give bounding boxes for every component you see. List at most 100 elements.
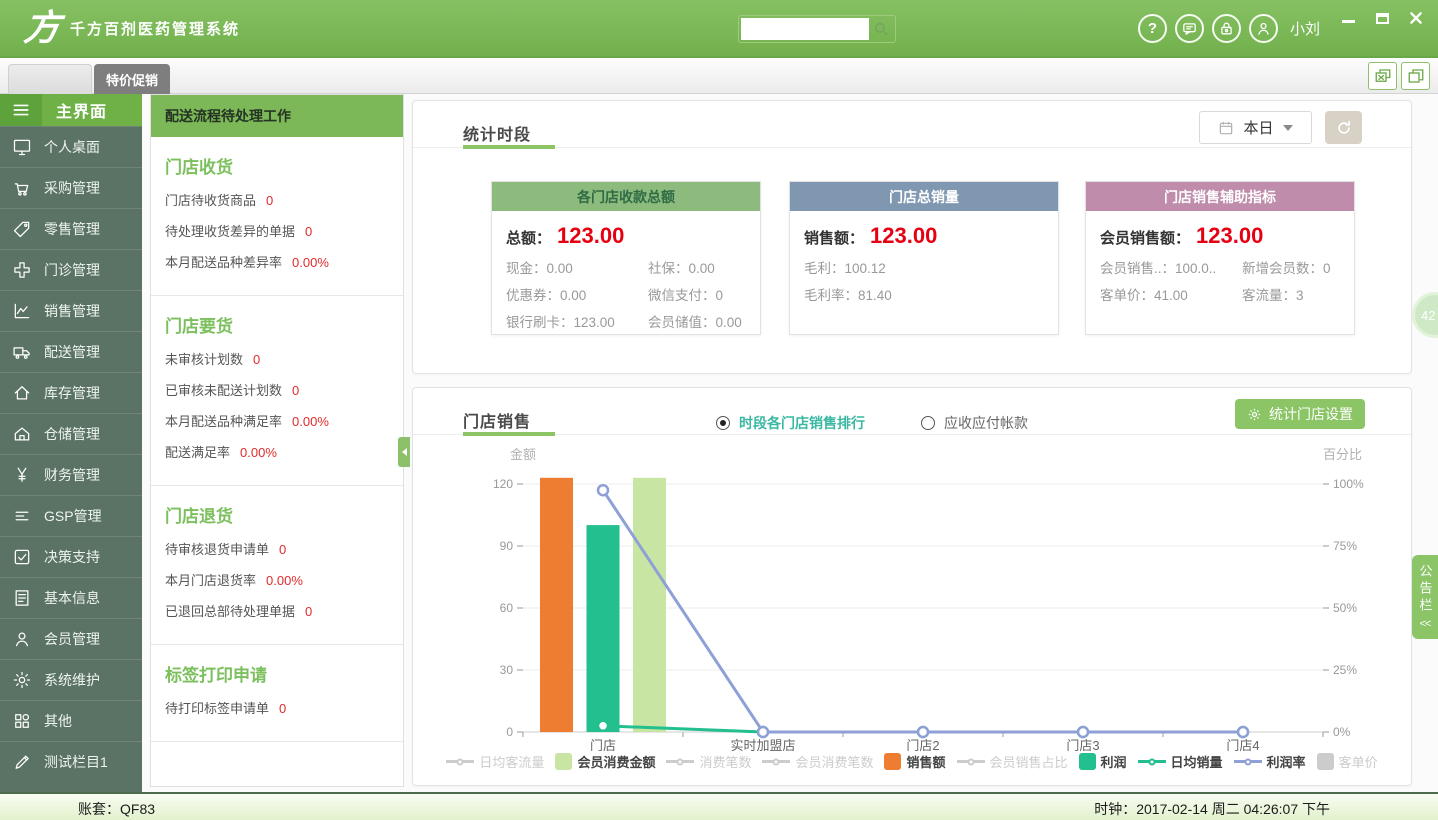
card-detail-row: 优惠券：0.00微信支付：0 <box>506 284 746 304</box>
legend-item[interactable]: 消费笔数 <box>666 752 751 771</box>
task-item[interactable]: 未审核计划数0 <box>165 349 389 368</box>
sidebar-item-0[interactable]: 个人桌面 <box>0 126 142 167</box>
sidebar-item-4[interactable]: 销售管理 <box>0 290 142 331</box>
legend-item[interactable]: 利润率 <box>1234 752 1306 771</box>
stat-card-2: 门店销售辅助指标 会员销售额：123.00 会员销售..：100.0..新增会员… <box>1085 181 1355 335</box>
svg-text:金额: 金额 <box>510 447 536 462</box>
floating-badge[interactable]: 42 <box>1412 292 1438 338</box>
tile-windows-button[interactable] <box>1401 62 1430 90</box>
sidebar-item-2[interactable]: 零售管理 <box>0 208 142 249</box>
svg-text:0%: 0% <box>1333 725 1351 739</box>
task-item[interactable]: 已审核未配送计划数0 <box>165 380 389 399</box>
tasks-panel-title: 配送流程待处理工作 <box>151 95 403 137</box>
legend-line-marker <box>1138 760 1166 763</box>
card-main-value: 123.00 <box>557 223 624 249</box>
maximize-button[interactable] <box>1374 10 1390 26</box>
svg-text:30: 30 <box>500 663 514 677</box>
sidebar-item-8[interactable]: 财务管理 <box>0 454 142 495</box>
sidebar-item-12[interactable]: 会员管理 <box>0 618 142 659</box>
task-item[interactable]: 本月门店退货率0.00% <box>165 570 389 589</box>
card-main-label: 会员销售额： <box>1100 227 1190 248</box>
search-icon[interactable] <box>869 18 893 40</box>
legend-item[interactable]: 客单价 <box>1317 752 1378 771</box>
svg-text:门店4: 门店4 <box>1226 738 1259 753</box>
legend-item[interactable]: 利润 <box>1079 752 1127 771</box>
main-area: 主界面 个人桌面 采购管理 零售管理 门诊管理 销售管理 配送管理 库存管理 仓… <box>0 94 1438 792</box>
legend-item[interactable]: 会员消费金额 <box>555 752 655 771</box>
sidebar-menu: 个人桌面 采购管理 零售管理 门诊管理 销售管理 配送管理 库存管理 仓储管理 … <box>0 126 142 782</box>
stat-card-1: 门店总销量 销售额：123.00 毛利：100.12毛利率：81.40 <box>789 181 1059 335</box>
tab-placeholder[interactable] <box>8 64 92 94</box>
truck-icon <box>0 342 44 362</box>
cross-icon <box>0 260 44 280</box>
task-item[interactable]: 门店待收货商品0 <box>165 190 389 209</box>
period-value: 本日 <box>1243 117 1273 138</box>
svg-text:实时加盟店: 实时加盟店 <box>730 738 795 753</box>
store-settings-button[interactable]: 统计门店设置 <box>1235 399 1365 429</box>
notice-board-tab[interactable]: 公告栏 << <box>1412 555 1438 639</box>
person-icon <box>0 629 44 649</box>
sidebar-item-6[interactable]: 库存管理 <box>0 372 142 413</box>
sidebar-header[interactable]: 主界面 <box>0 94 142 126</box>
sidebar-item-label: 个人桌面 <box>44 137 100 157</box>
legend-item[interactable]: 会员销售占比 <box>957 752 1068 771</box>
hamburger-icon[interactable] <box>0 94 42 126</box>
sidebar-item-13[interactable]: 系统维护 <box>0 659 142 700</box>
sidebar-item-7[interactable]: 仓储管理 <box>0 413 142 454</box>
doc-icon <box>0 588 44 608</box>
period-select[interactable]: 本日 <box>1199 111 1312 144</box>
svg-text:90: 90 <box>500 539 514 553</box>
sidebar-item-3[interactable]: 门诊管理 <box>0 249 142 290</box>
legend-square-marker <box>1079 753 1096 770</box>
yen-icon <box>0 465 44 485</box>
sidebar-item-11[interactable]: 基本信息 <box>0 577 142 618</box>
app-title: 千方百剂医药管理系统 <box>70 18 240 39</box>
svg-text:120: 120 <box>493 477 513 491</box>
sidebar-item-9[interactable]: GSP管理 <box>0 495 142 536</box>
sidebar-item-15[interactable]: 测试栏目1 <box>0 741 142 782</box>
task-section-heading: 标签打印申请 <box>165 661 389 686</box>
sidebar: 主界面 个人桌面 采购管理 零售管理 门诊管理 销售管理 配送管理 库存管理 仓… <box>0 94 142 792</box>
sidebar-item-10[interactable]: 决策支持 <box>0 536 142 577</box>
close-button[interactable] <box>1408 10 1424 26</box>
user-icon[interactable] <box>1249 14 1278 43</box>
legend-item[interactable]: 会员消费笔数 <box>762 752 873 771</box>
task-item[interactable]: 本月配送品种差异率0.00% <box>165 252 389 271</box>
grid-icon <box>0 711 44 731</box>
close-all-windows-button[interactable] <box>1368 62 1397 90</box>
legend-item[interactable]: 销售额 <box>884 752 945 771</box>
tab-special-promo[interactable]: 特价促销 <box>94 64 170 94</box>
username[interactable]: 小刘 <box>1290 18 1320 39</box>
user-cluster: ? 小刘 <box>1138 14 1320 43</box>
task-item[interactable]: 本月配送品种满足率0.00% <box>165 411 389 430</box>
cart-icon <box>0 178 44 198</box>
task-item[interactable]: 已退回总部待处理单据0 <box>165 601 389 620</box>
global-search-input[interactable] <box>741 18 869 40</box>
help-icon[interactable]: ? <box>1138 14 1167 43</box>
task-item[interactable]: 待审核退货申请单0 <box>165 539 389 558</box>
sidebar-item-1[interactable]: 采购管理 <box>0 167 142 208</box>
app-window: 方 千方百剂医药管理系统 ? 小刘 <box>0 0 1438 820</box>
sidebar-item-14[interactable]: 其他 <box>0 700 142 741</box>
legend-item[interactable]: 日均客流量 <box>446 752 544 771</box>
svg-text:门店3: 门店3 <box>1066 738 1099 753</box>
lock-icon[interactable] <box>1212 14 1241 43</box>
task-item[interactable]: 配送满足率0.00% <box>165 442 389 461</box>
sidebar-item-label: 库存管理 <box>44 383 100 403</box>
radio-receivables[interactable]: 应收应付帐款 <box>921 413 1028 433</box>
task-item[interactable]: 待处理收货差异的单据0 <box>165 221 389 240</box>
minimize-button[interactable] <box>1340 10 1356 26</box>
gsp-icon <box>0 506 44 526</box>
app-logo-icon: 方 <box>22 10 62 46</box>
legend-item[interactable]: 日均销量 <box>1138 752 1223 771</box>
collapse-tasks-button[interactable] <box>398 437 410 467</box>
refresh-button[interactable] <box>1325 111 1362 144</box>
svg-text:25%: 25% <box>1333 663 1357 677</box>
collapse-arrows: << <box>1420 618 1431 630</box>
task-item[interactable]: 待打印标签申请单0 <box>165 698 389 717</box>
task-section-heading: 门店退货 <box>165 502 389 527</box>
radio-selected-icon <box>716 416 730 430</box>
sidebar-item-5[interactable]: 配送管理 <box>0 331 142 372</box>
message-icon[interactable] <box>1175 14 1204 43</box>
radio-sales-ranking[interactable]: 时段各门店销售排行 <box>716 413 865 433</box>
